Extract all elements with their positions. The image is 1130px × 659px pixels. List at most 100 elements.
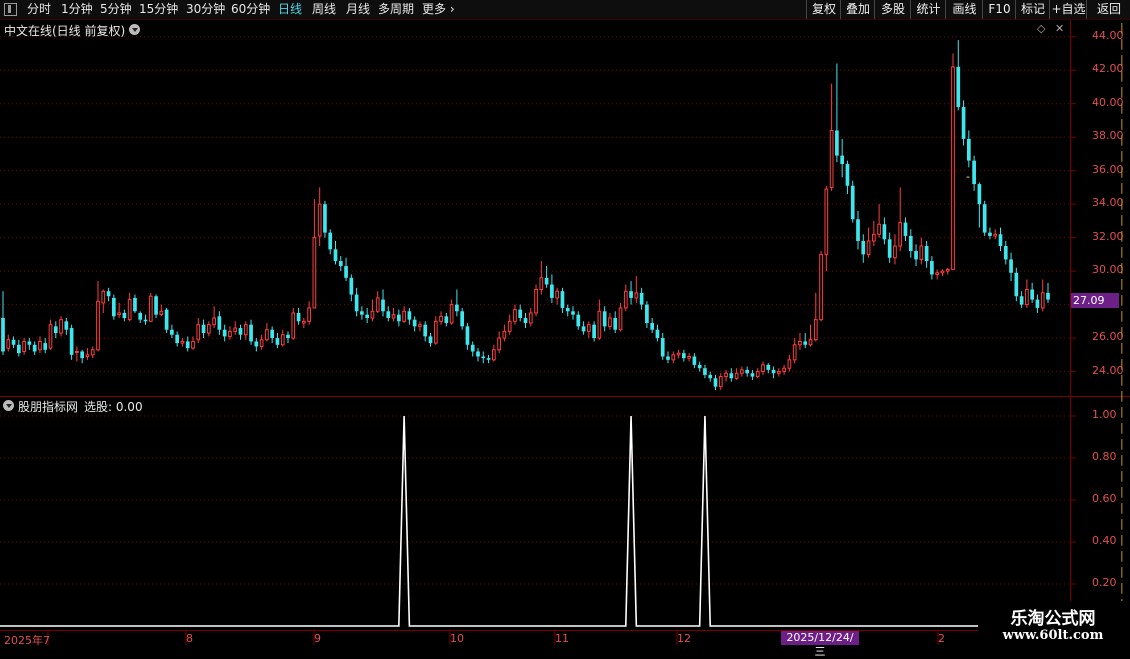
candle-body-up <box>534 289 538 314</box>
candle-body-up <box>829 129 834 188</box>
indicator-axis-label: 0.40 <box>1092 534 1117 547</box>
candle-body-up <box>301 320 306 324</box>
candle-body-down <box>1030 289 1035 300</box>
candle-body-down <box>222 329 227 337</box>
candle-body-down <box>697 364 702 369</box>
candle-body-down <box>850 185 855 220</box>
indicator-axis-label: 0.20 <box>1092 576 1117 589</box>
candle-body-up <box>813 319 818 341</box>
candle-body-down <box>154 296 158 315</box>
candle-body-down <box>882 224 887 240</box>
candle-body-up <box>893 245 897 259</box>
candle-body-up <box>148 295 153 322</box>
candle-body-down <box>249 324 253 342</box>
candle-body-up <box>808 339 813 346</box>
price-axis-label: 30.00 <box>1092 263 1124 277</box>
signal-line <box>0 415 1070 627</box>
candle-body-down <box>998 234 1003 247</box>
candle-body-up <box>96 300 100 351</box>
candle-body-down <box>238 328 243 335</box>
candle-body-down <box>639 292 644 305</box>
candle-body-up <box>38 340 42 351</box>
close-icon[interactable]: ✕ <box>1055 22 1064 35</box>
candle-body-down <box>16 344 21 354</box>
candle-body-down <box>565 307 570 312</box>
indicator-dropdown-icon[interactable] <box>3 400 14 411</box>
candle-body-down <box>386 311 391 318</box>
time-axis-label: 2025年7 <box>4 634 50 647</box>
candle-body-down <box>650 323 655 330</box>
candle-body-down <box>460 311 465 327</box>
candle-body-up <box>898 222 903 247</box>
candle-body-down <box>544 277 549 285</box>
candle-body-up <box>196 324 201 341</box>
candle-body-down <box>571 311 575 315</box>
candle-body-up <box>940 270 945 274</box>
candle-body-down <box>518 309 523 318</box>
candle-body-down <box>1046 292 1050 300</box>
candle-body-up <box>233 327 238 332</box>
candle-body-down <box>629 291 633 298</box>
time-axis-label: 8 <box>186 632 193 645</box>
candle-body-up <box>85 354 90 357</box>
candlestick-chart <box>0 36 1076 645</box>
candle-body-down <box>423 324 428 337</box>
candle-body-up <box>317 203 322 237</box>
candle-body-down <box>201 324 206 334</box>
candle-body-up <box>243 324 248 336</box>
candle-body-down <box>106 291 111 297</box>
candle-body-down <box>581 326 586 332</box>
candle-body-down <box>1003 246 1008 260</box>
time-axis-label: 9 <box>314 632 321 645</box>
candle-body-down <box>750 373 755 377</box>
indicator-title: 股朋指标网 <box>18 400 79 414</box>
watermark-title: 乐淘公式网 <box>1010 609 1096 629</box>
candle-body-up <box>877 223 881 235</box>
candle-body-down <box>560 291 565 308</box>
candle-body-up <box>951 66 955 270</box>
candle-body-up <box>507 320 512 332</box>
candle-body-down <box>692 356 697 365</box>
candle-body-down <box>333 249 338 262</box>
price-axis-label: 32.00 <box>1092 229 1124 243</box>
indicator-axis-label: 1.00 <box>1092 408 1117 421</box>
candle-body-down <box>1009 259 1013 273</box>
candle-body-down <box>111 297 116 317</box>
candle-body-down <box>275 338 280 345</box>
candle-body-up <box>402 310 406 322</box>
candle-body-down <box>845 163 850 186</box>
candle-body-up <box>687 355 691 359</box>
candle-body-down <box>645 304 649 324</box>
candle-body-up <box>761 364 765 373</box>
candle-body-down <box>69 328 74 355</box>
candle-body-up <box>866 240 871 255</box>
candle-body-up <box>919 245 924 260</box>
candle-body-up <box>259 339 264 347</box>
candle-body-down <box>977 184 982 205</box>
time-axis-divider <box>0 630 1130 631</box>
candle-body-up <box>307 307 311 322</box>
indicator-axis-label: 0.60 <box>1092 492 1117 505</box>
candle-body-up <box>734 372 739 379</box>
candle-body-down <box>455 304 459 312</box>
candle-body-down <box>164 309 169 330</box>
title-dropdown-icon[interactable] <box>129 24 140 35</box>
candle-body-up <box>370 310 375 319</box>
diamond-icon[interactable]: ◇ <box>1037 22 1045 35</box>
candle-body-up <box>634 292 639 299</box>
candle-body-up <box>740 369 744 374</box>
candle-body-up <box>90 349 95 356</box>
candle-body-down <box>887 239 892 258</box>
candle-body-down <box>655 329 660 339</box>
candle-body-down <box>354 294 359 312</box>
candle-body-up <box>291 312 296 339</box>
candle-body-up <box>265 329 269 341</box>
candle-body-up <box>819 253 823 321</box>
candle-body-down <box>956 66 961 108</box>
candle-body-up <box>280 334 285 346</box>
candle-body-down <box>745 369 750 374</box>
price-axis-label: 40.00 <box>1092 95 1124 109</box>
price-axis-label: 38.00 <box>1092 129 1124 143</box>
candle-body-up <box>127 299 132 321</box>
candle-body-up <box>491 349 496 361</box>
